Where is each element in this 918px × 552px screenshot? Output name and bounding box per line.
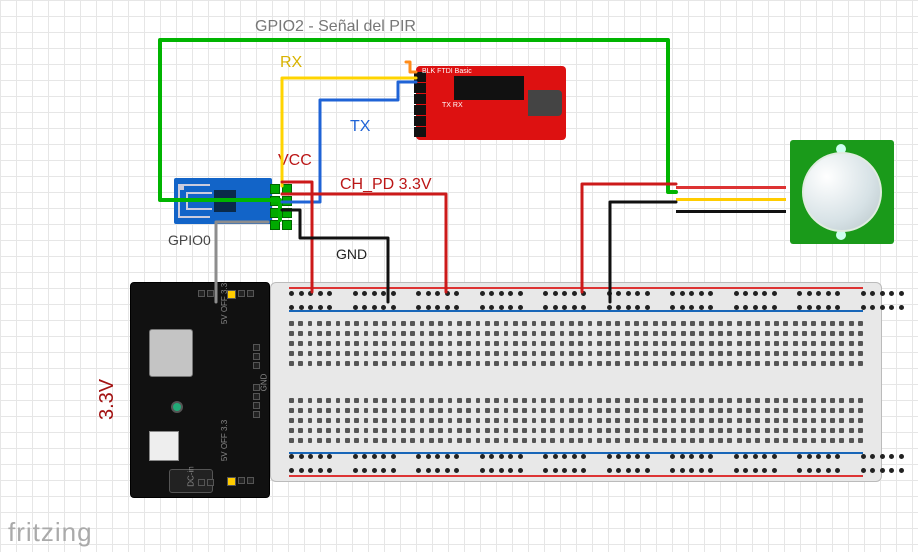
wire-pir-vcc-red	[582, 184, 676, 292]
ftdi-top-label: BLK FTDI Basic	[422, 68, 472, 75]
wire-ftdi-orange	[406, 62, 416, 72]
label-tx: TX	[350, 118, 370, 136]
mini-usb-icon	[528, 90, 562, 116]
label-chpd: CH_PD 3.3V	[340, 176, 432, 194]
wire-chpd-red	[282, 194, 446, 292]
usb-port	[149, 329, 193, 377]
ftdi-header	[414, 72, 426, 137]
pir-dome-icon	[802, 152, 882, 232]
esp-header	[270, 184, 292, 230]
ftdi-adapter: BLK FTDI Basic TX RX	[416, 66, 566, 140]
pir-leads	[676, 182, 786, 218]
label-gpio0: GPIO0	[168, 232, 211, 248]
power-supply-module: 5V OFF 3.3 5V OFF 3.3 GND DC-in	[130, 282, 270, 498]
psu-top-label: 5V OFF 3.3	[220, 283, 229, 324]
label-gpio2: GPIO2 - Señal del PIR	[255, 18, 416, 36]
psu-dc-label: DC-in	[187, 466, 196, 486]
jumper-bottom-right[interactable]	[226, 476, 255, 487]
antenna-icon	[178, 184, 210, 218]
label-vcc: VCC	[278, 152, 312, 170]
breadboard-bottom-rails	[289, 454, 863, 473]
label-3v3: 3.3V	[96, 379, 119, 420]
ftdi-chip-icon	[454, 76, 524, 100]
breadboard-tie-area	[289, 321, 863, 443]
label-gnd: GND	[336, 246, 367, 262]
header-bottom-left	[197, 478, 215, 487]
psu-gnd-label: GND	[260, 374, 269, 392]
ftdi-pin-label: TX RX	[442, 102, 463, 109]
psu-bot-label: 5V OFF 3.3	[220, 420, 229, 461]
watermark: fritzing	[8, 517, 93, 548]
power-led-icon	[171, 401, 183, 413]
jumper-top-right[interactable]	[226, 289, 255, 300]
esp8266-module	[174, 178, 272, 224]
esp-chip-icon	[214, 190, 236, 212]
header-top-left	[197, 289, 215, 298]
label-rx: RX	[280, 54, 302, 72]
breadboard-top-rails	[289, 291, 863, 310]
breadboard	[270, 282, 882, 482]
header-side	[252, 343, 261, 370]
power-button[interactable]	[149, 431, 179, 461]
